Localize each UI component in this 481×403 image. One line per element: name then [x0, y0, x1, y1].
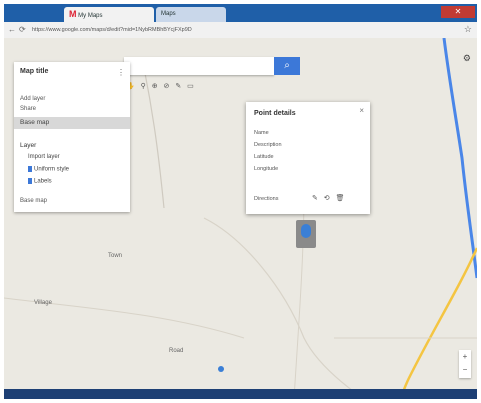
- zoom-control[interactable]: + −: [459, 350, 471, 378]
- popup-key: Name: [254, 130, 269, 136]
- base-map-toggle[interactable]: Base map: [20, 198, 47, 204]
- map-toolbar[interactable]: ✋ ⚲ ⊕ ⊘ ✎ ▭: [126, 82, 196, 90]
- popup-key: Latitude: [254, 154, 274, 160]
- popup-key: Longitude: [254, 166, 279, 172]
- tab-label-2: Maps: [161, 11, 176, 17]
- map-marker[interactable]: [296, 220, 316, 248]
- browser-window: M My Maps Maps ✕ ← ⟳ https://www.google.…: [4, 4, 477, 399]
- tab-my-maps[interactable]: M My Maps: [64, 7, 154, 22]
- taskbar: [4, 389, 477, 399]
- tab-maps[interactable]: Maps: [156, 7, 226, 22]
- popup-title: Point details: [254, 110, 296, 117]
- map-canvas[interactable]: Town Village Road ⌕ ✋ ⚲ ⊕ ⊘ ✎ ▭ ⚙ Map ti…: [4, 38, 477, 399]
- checkbox-icon: [28, 178, 32, 184]
- selected-layer-label: Base map: [20, 119, 50, 126]
- search-button[interactable]: ⌕: [274, 57, 300, 75]
- popup-key: Description: [254, 142, 282, 148]
- layer-item-style[interactable]: Uniform style: [28, 166, 69, 173]
- zoom-in-button[interactable]: +: [459, 350, 471, 363]
- address-bar: ← ⟳ https://www.google.com/maps/d/edit?m…: [4, 22, 477, 39]
- layer-item-labels[interactable]: Labels: [28, 178, 52, 185]
- zoom-out-button[interactable]: −: [459, 363, 471, 376]
- search-input[interactable]: [124, 57, 274, 75]
- reload-icon[interactable]: ⟳: [19, 25, 26, 34]
- panel-menu-icon[interactable]: ⋮: [117, 68, 125, 77]
- directions-link[interactable]: Directions: [254, 196, 278, 202]
- road-2: [203, 217, 365, 399]
- popup-actions[interactable]: ✎ ⟲ 🗑: [312, 194, 347, 202]
- layers-panel: Map title ⋮ Add layer Share Base map Lay…: [14, 62, 130, 212]
- map-label-town: Town: [108, 253, 123, 259]
- share-button[interactable]: Share: [20, 106, 36, 112]
- star-icon[interactable]: ☆: [464, 24, 472, 35]
- location-dot: [218, 366, 224, 372]
- add-layer-button[interactable]: Add layer: [20, 96, 45, 102]
- map-title[interactable]: Map title: [20, 68, 115, 75]
- back-icon[interactable]: ←: [8, 25, 16, 34]
- close-icon[interactable]: ×: [359, 106, 364, 115]
- checkbox-icon: [28, 166, 32, 172]
- map-label-road: Road: [169, 348, 184, 354]
- pin-icon: [301, 224, 311, 238]
- search-icon: ⌕: [284, 60, 290, 71]
- selected-layer-row[interactable]: Base map: [14, 117, 130, 129]
- layer-heading: Layer: [20, 142, 37, 149]
- river: [442, 38, 477, 279]
- url-input[interactable]: https://www.google.com/maps/d/edit?mid=1…: [32, 25, 432, 35]
- maps-logo-icon: M: [69, 9, 77, 19]
- close-window-button[interactable]: ✕: [441, 6, 475, 18]
- layer-item-import[interactable]: Import layer: [28, 154, 60, 160]
- settings-icon[interactable]: ⚙: [463, 53, 471, 64]
- tab-label: My Maps: [78, 13, 103, 19]
- tab-bar: M My Maps Maps ✕: [4, 4, 477, 22]
- info-popup: Point details × Name Description Latitud…: [246, 102, 370, 214]
- map-label-village: Village: [34, 300, 52, 306]
